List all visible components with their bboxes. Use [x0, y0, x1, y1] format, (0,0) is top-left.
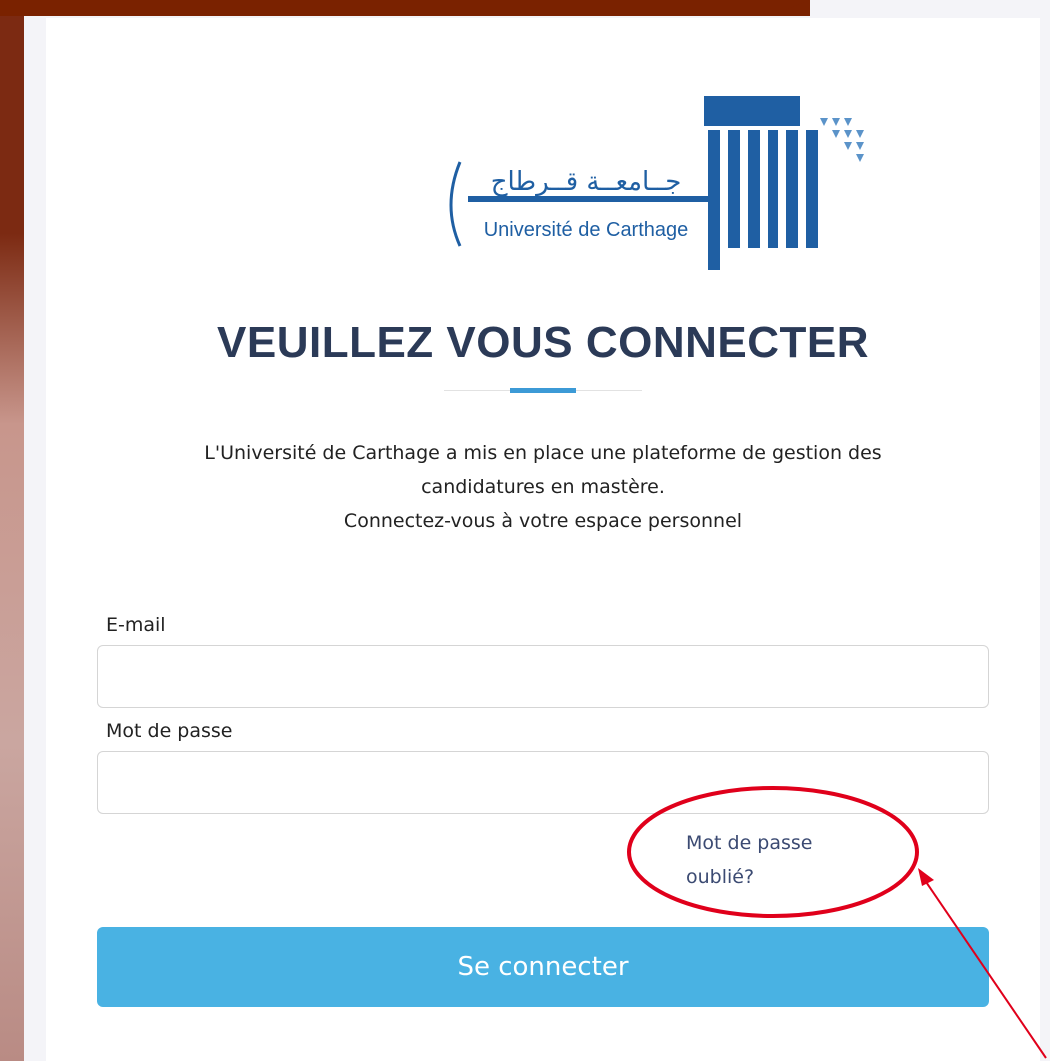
password-label: Mot de passe: [106, 720, 233, 742]
intro-line-2: candidatures en mastère.: [421, 476, 665, 498]
email-label: E-mail: [106, 614, 166, 636]
pillar-icon: [704, 96, 840, 270]
password-field[interactable]: [97, 751, 989, 814]
intro-line-3: Connectez-vous à votre espace personnel: [343, 510, 743, 532]
forgot-password-line-2: oublié?: [686, 866, 755, 888]
intro-line-1: L'Université de Carthage a mis en place …: [204, 442, 882, 464]
background-left-band: [0, 0, 24, 1061]
logo-arabic-text: جــامعــة قــرطاج: [491, 167, 682, 197]
forgot-password-link[interactable]: Mot de passe oublié?: [686, 826, 866, 894]
login-card: جــامعــة قــرطاج Université de Carthage…: [46, 18, 1040, 1061]
page-title: VEUILLEZ VOUS CONNECTER: [217, 318, 869, 367]
logo-bracket-icon: [449, 161, 462, 247]
background-top-band-tail: [770, 0, 810, 16]
background-top-band: [0, 0, 810, 16]
intro-text: L'Université de Carthage a mis en place …: [106, 436, 980, 538]
email-field[interactable]: [97, 645, 989, 708]
title-divider-accent: [510, 388, 576, 393]
forgot-password-line-1: Mot de passe: [686, 832, 813, 854]
universite-de-carthage-logo: جــامعــة قــرطاج Université de Carthage: [449, 96, 864, 270]
logo-latin-text: Université de Carthage: [484, 219, 689, 241]
login-button[interactable]: Se connecter: [97, 927, 989, 1007]
